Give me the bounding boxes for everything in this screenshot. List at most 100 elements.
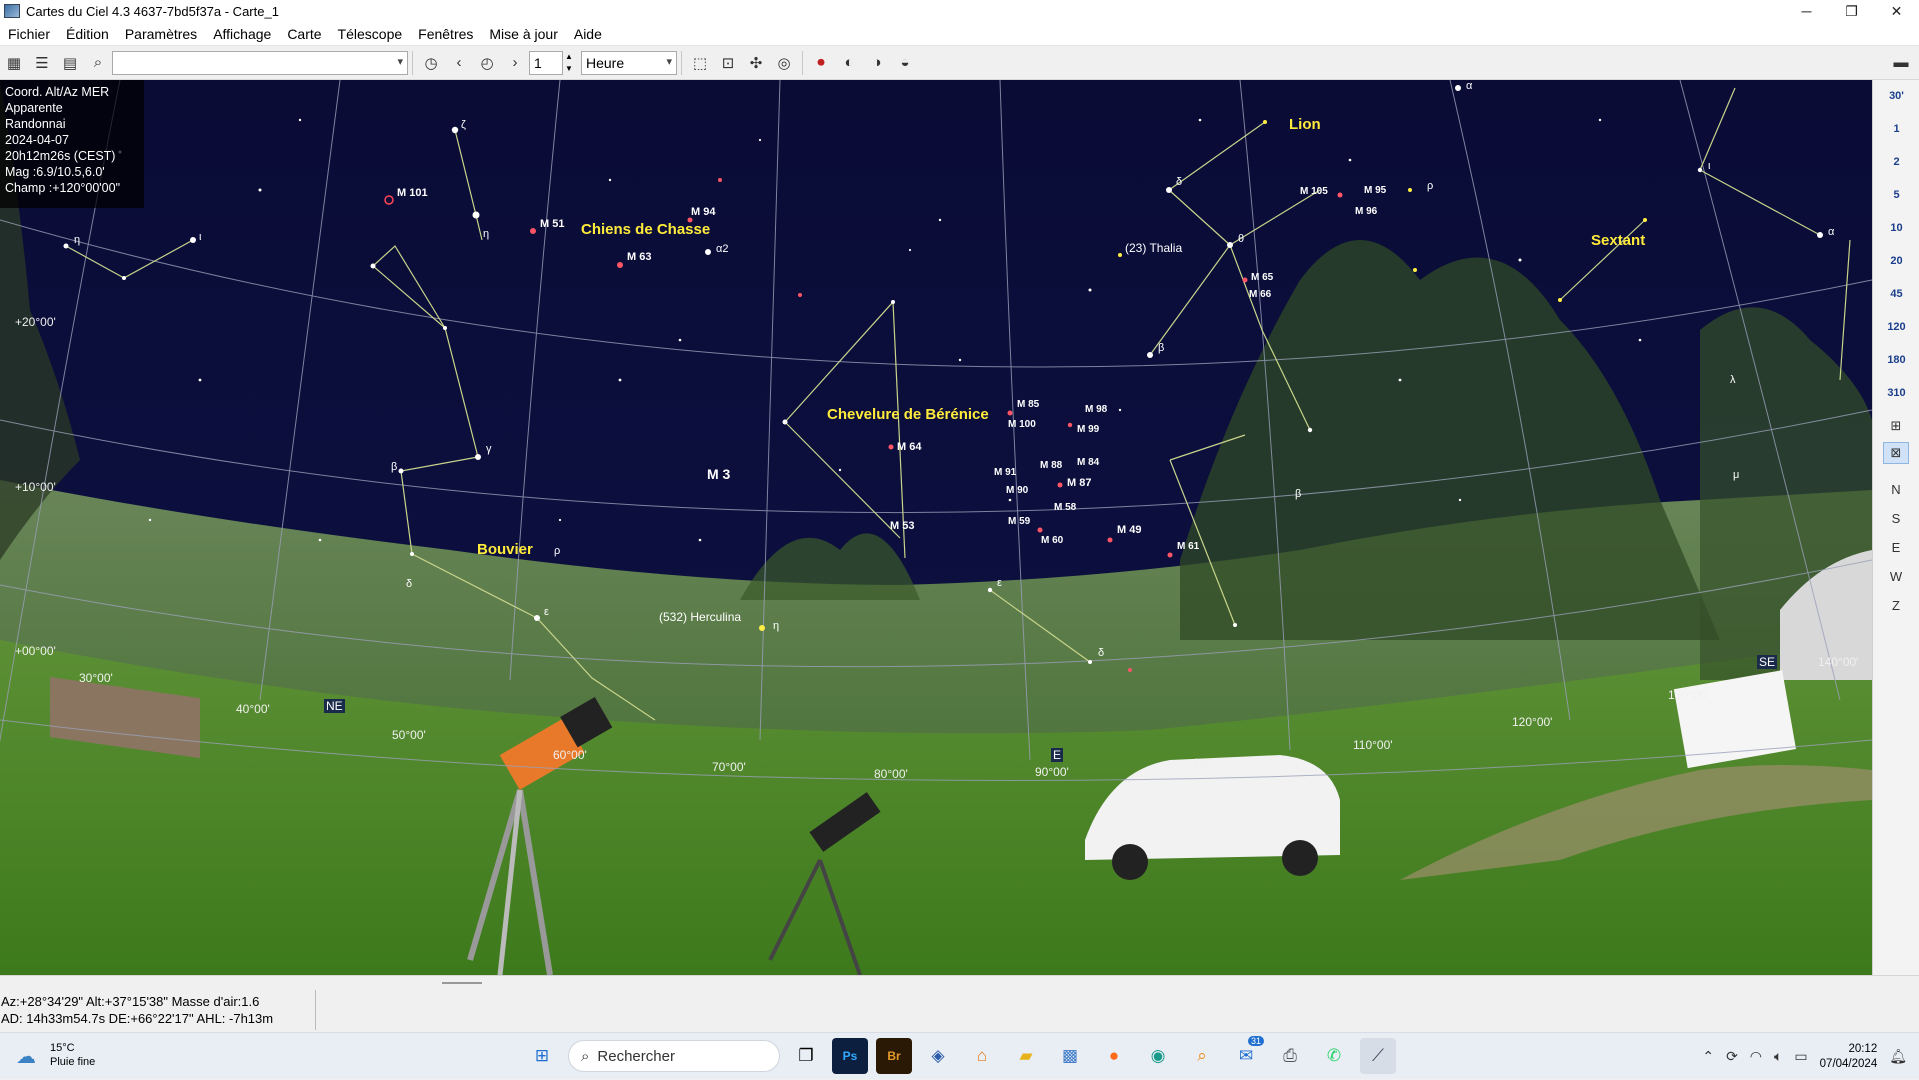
object-list-icon[interactable]: ☰ [30,51,54,75]
battery-icon[interactable]: ▭ [1794,1048,1807,1065]
constellation-label[interactable]: Chevelure de Bérénice [827,406,989,423]
time-step-input[interactable]: 1 [529,50,563,75]
dso-label[interactable]: M 3 [707,466,730,482]
az-grid-icon[interactable]: ⊠ [1883,442,1909,464]
edge-icon[interactable]: ◉ [1140,1038,1176,1074]
dso-label[interactable]: M 49 [1117,524,1141,536]
zoom-area-icon[interactable]: ⊡ [716,51,740,75]
bridge-icon[interactable]: Br [876,1038,912,1074]
dso-label[interactable]: M 63 [627,251,651,263]
zoom-2deg[interactable]: 2 [1873,156,1919,168]
step-back-icon[interactable]: ‹ [447,51,471,75]
close-button[interactable]: ✕ [1874,0,1919,22]
object-search-combo[interactable]: ▾ [112,50,408,75]
dso-label[interactable]: M 64 [897,441,921,453]
maximize-button[interactable]: ❐ [1829,0,1874,22]
home-app-icon[interactable]: ⌂ [964,1038,1000,1074]
dso-label[interactable]: M 66 [1249,289,1271,300]
constellation-label[interactable]: Lion [1289,116,1321,133]
zoom-120deg[interactable]: 120 [1873,321,1919,333]
dso-label[interactable]: M 51 [540,218,564,230]
dso-label[interactable]: M 59 [1008,516,1030,527]
dso-label[interactable]: M 98 [1085,404,1107,415]
dso-label[interactable]: M 95 [1364,185,1386,196]
search-app-icon[interactable]: ⌕ [1184,1038,1220,1074]
sky-chart[interactable]: Chiens de Chasse Chevelure de Bérénice B… [0,80,1872,975]
eq-grid-icon[interactable]: ⊞ [1883,415,1909,437]
time-step-spinner[interactable]: ▲ ▼ [563,51,575,75]
telescope-connect-icon[interactable]: ⏺ [809,51,833,75]
zoom-30min[interactable]: 30' [1873,90,1919,102]
dso-label[interactable]: M 101 [397,187,428,199]
menu-affichage[interactable]: Affichage [213,26,271,42]
wifi-icon[interactable]: ◠ [1750,1048,1762,1065]
clock[interactable]: 20:12 07/04/2024 [1820,1042,1878,1072]
menu-carte[interactable]: Carte [287,26,321,42]
dso-label[interactable]: M 65 [1251,272,1273,283]
telescope-sync-icon[interactable]: ◑ [865,51,889,75]
south-button[interactable]: S [1883,507,1909,529]
security-app-icon[interactable]: ◈ [920,1038,956,1074]
dso-label[interactable]: M 53 [890,520,914,532]
notification-bell-icon[interactable]: 🔔︎ [1889,1048,1907,1065]
west-button[interactable]: W [1883,565,1909,587]
menu-mise-a-jour[interactable]: Mise à jour [489,26,557,42]
dso-label[interactable]: M 84 [1077,457,1099,468]
telescope-slew-icon[interactable]: ◐ [837,51,861,75]
menu-edition[interactable]: Édition [66,26,109,42]
sync-icon[interactable]: ⟳ [1726,1048,1738,1065]
dso-label[interactable]: M 61 [1177,541,1199,552]
firefox-icon[interactable]: ● [1096,1038,1132,1074]
dso-label[interactable]: M 91 [994,467,1016,478]
zenith-button[interactable]: Z [1883,594,1909,616]
menu-aide[interactable]: Aide [574,26,602,42]
menu-fenetres[interactable]: Fenêtres [418,26,473,42]
file-explorer-icon[interactable]: ▰ [1008,1038,1044,1074]
dso-label[interactable]: M 94 [691,206,715,218]
dso-label[interactable]: M 99 [1077,424,1099,435]
cartes-du-ciel-icon[interactable]: ⟋ [1360,1038,1396,1074]
menu-fichier[interactable]: Fichier [8,26,50,42]
dso-label[interactable]: M 90 [1006,485,1028,496]
notes-icon[interactable]: ▤ [58,51,82,75]
constellation-label[interactable]: Chiens de Chasse [581,221,710,238]
menu-parametres[interactable]: Paramètres [125,26,197,42]
dso-label[interactable]: M 60 [1041,535,1063,546]
zoom-fit-icon[interactable]: ⬚ [688,51,712,75]
splitter-handle[interactable] [442,982,482,984]
zoom-310deg[interactable]: 310 [1873,387,1919,399]
dso-label[interactable]: M 105 [1300,186,1328,197]
minimize-button[interactable]: ─ [1784,0,1829,22]
step-forward-icon[interactable]: › [503,51,527,75]
photoshop-icon[interactable]: Ps [832,1038,868,1074]
zoom-45deg[interactable]: 45 [1873,288,1919,300]
mail-icon[interactable]: ✉ 31 [1228,1036,1264,1074]
dso-label[interactable]: M 96 [1355,206,1377,217]
time-unit-select[interactable]: Heure ▾ [581,50,677,75]
dso-label[interactable]: M 88 [1040,460,1062,471]
zoom-5deg[interactable]: 5 [1873,189,1919,201]
chevron-up-icon[interactable]: ⌃ [1702,1048,1714,1065]
task-view-icon[interactable]: ❐ [788,1038,824,1074]
east-button[interactable]: E [1883,536,1909,558]
whatsapp-icon[interactable]: ✆ [1316,1038,1352,1074]
calendar-icon[interactable]: ▦ [2,51,26,75]
zoom-1deg[interactable]: 1 [1873,123,1919,135]
now-icon[interactable]: ◴ [475,51,499,75]
zoom-180deg[interactable]: 180 [1873,354,1919,366]
search-icon[interactable]: ⌕ [86,51,110,75]
dso-label[interactable]: M 85 [1017,399,1039,410]
taskbar-search[interactable]: ⌕ Rechercher [568,1040,780,1072]
weather-widget[interactable]: ☁ 15°C Pluie fine [16,1041,95,1069]
telescope-abort-icon[interactable]: ◒ [893,51,917,75]
windows-start-icon[interactable]: ⊞ [524,1038,560,1074]
constellation-label[interactable]: Sextant [1591,232,1645,249]
photos-icon[interactable]: ▩ [1052,1038,1088,1074]
zoom-10deg[interactable]: 10 [1873,222,1919,234]
panel-toggle-icon[interactable]: ▬ [1889,51,1913,75]
dso-label[interactable]: M 58 [1054,502,1076,513]
menu-telescope[interactable]: Télescope [338,26,403,42]
clock-icon[interactable]: ◷ [419,51,443,75]
dso-label[interactable]: M 87 [1067,477,1091,489]
zoom-20deg[interactable]: 20 [1873,255,1919,267]
